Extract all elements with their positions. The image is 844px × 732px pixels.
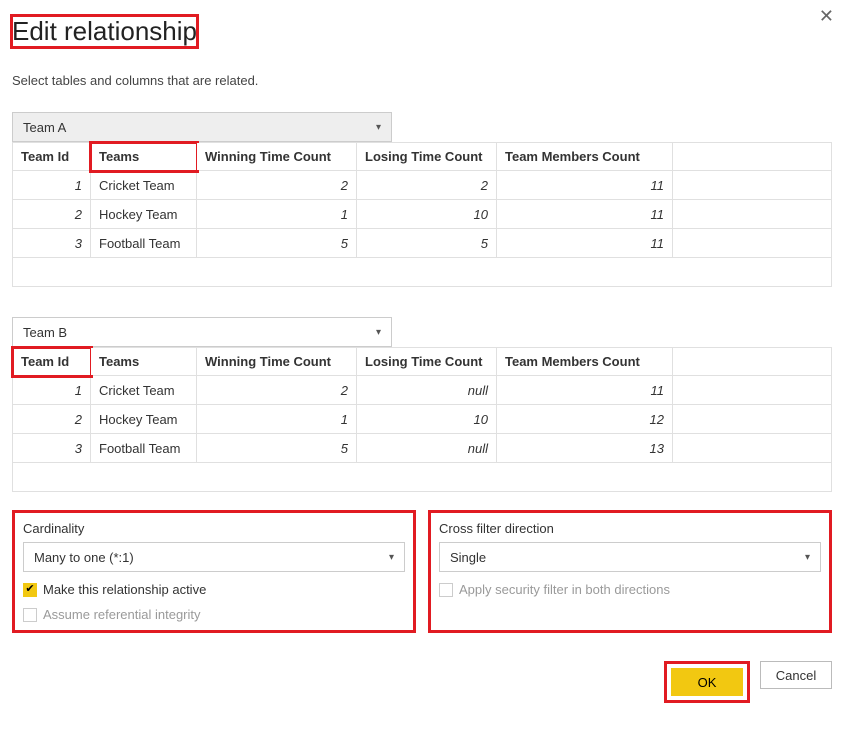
active-checkbox-label: Make this relationship active bbox=[43, 582, 206, 597]
col-header-empty bbox=[673, 348, 832, 376]
cell-win: 1 bbox=[197, 200, 357, 229]
col-header-teams[interactable]: Teams bbox=[91, 143, 197, 171]
table-row[interactable]: 1 Cricket Team 2 2 11 bbox=[13, 171, 832, 200]
checkbox-icon bbox=[23, 608, 37, 622]
cell-empty bbox=[673, 434, 832, 463]
cell-win: 5 bbox=[197, 229, 357, 258]
cell-mem: 12 bbox=[497, 405, 673, 434]
col-header-members[interactable]: Team Members Count bbox=[497, 143, 673, 171]
table-row[interactable]: 2 Hockey Team 1 10 11 bbox=[13, 200, 832, 229]
table-b-footer bbox=[13, 463, 832, 492]
cell-mem: 11 bbox=[497, 200, 673, 229]
table-a-select[interactable]: Team A ▾ bbox=[12, 112, 392, 142]
cell-win: 2 bbox=[197, 171, 357, 200]
edit-relationship-dialog: ✕ Edit relationship Select tables and co… bbox=[0, 0, 844, 723]
cardinality-panel: Cardinality Many to one (*:1) ▾ ✔ Make t… bbox=[12, 510, 416, 633]
cell-lose: null bbox=[357, 434, 497, 463]
checkbox-icon bbox=[439, 583, 453, 597]
cell-mem: 11 bbox=[497, 229, 673, 258]
close-icon[interactable]: ✕ bbox=[819, 6, 834, 27]
cell-mem: 11 bbox=[497, 376, 673, 405]
crossfilter-panel: Cross filter direction Single ▾ Apply se… bbox=[428, 510, 832, 633]
cell-id: 3 bbox=[13, 434, 91, 463]
chevron-down-icon: ▾ bbox=[376, 327, 381, 338]
cell-empty bbox=[673, 405, 832, 434]
cardinality-label: Cardinality bbox=[23, 521, 405, 536]
cell-lose: 2 bbox=[357, 171, 497, 200]
chevron-down-icon: ▾ bbox=[389, 552, 394, 563]
cell-teams: Football Team bbox=[91, 229, 197, 258]
cell-lose: 10 bbox=[357, 200, 497, 229]
cell-id: 2 bbox=[13, 405, 91, 434]
cell-teams: Football Team bbox=[91, 434, 197, 463]
checkbox-checked-icon: ✔ bbox=[23, 583, 37, 597]
cell-empty bbox=[673, 171, 832, 200]
col-header-team-id[interactable]: Team Id bbox=[13, 348, 91, 376]
table-b-selected: Team B bbox=[23, 325, 67, 340]
chevron-down-icon: ▾ bbox=[805, 552, 810, 563]
cell-empty bbox=[673, 200, 832, 229]
active-checkbox-row[interactable]: ✔ Make this relationship active bbox=[23, 582, 405, 597]
cell-win: 2 bbox=[197, 376, 357, 405]
security-checkbox-row: Apply security filter in both directions bbox=[439, 582, 821, 597]
crossfilter-select[interactable]: Single ▾ bbox=[439, 542, 821, 572]
cell-mem: 13 bbox=[497, 434, 673, 463]
cell-teams: Cricket Team bbox=[91, 171, 197, 200]
cell-mem: 11 bbox=[497, 171, 673, 200]
cardinality-select[interactable]: Many to one (*:1) ▾ bbox=[23, 542, 405, 572]
cell-teams: Hockey Team bbox=[91, 200, 197, 229]
col-header-team-id[interactable]: Team Id bbox=[13, 143, 91, 171]
table-row[interactable]: 3 Football Team 5 null 13 bbox=[13, 434, 832, 463]
cell-id: 3 bbox=[13, 229, 91, 258]
table-b-header-row: Team Id Teams Winning Time Count Losing … bbox=[13, 348, 832, 376]
dialog-title: Edit relationship bbox=[12, 16, 197, 47]
crossfilter-value: Single bbox=[450, 550, 486, 565]
table-a-grid: Team Id Teams Winning Time Count Losing … bbox=[12, 142, 832, 287]
cell-empty bbox=[673, 229, 832, 258]
table-row[interactable]: 1 Cricket Team 2 null 11 bbox=[13, 376, 832, 405]
options-row: Cardinality Many to one (*:1) ▾ ✔ Make t… bbox=[12, 510, 832, 633]
integrity-checkbox-label: Assume referential integrity bbox=[43, 607, 201, 622]
col-header-winning[interactable]: Winning Time Count bbox=[197, 143, 357, 171]
cell-id: 1 bbox=[13, 171, 91, 200]
cell-lose: null bbox=[357, 376, 497, 405]
cell-teams: Cricket Team bbox=[91, 376, 197, 405]
ok-button[interactable]: OK bbox=[671, 668, 743, 696]
col-header-members[interactable]: Team Members Count bbox=[497, 348, 673, 376]
col-header-winning[interactable]: Winning Time Count bbox=[197, 348, 357, 376]
table-a-footer bbox=[13, 258, 832, 287]
col-header-teams[interactable]: Teams bbox=[91, 348, 197, 376]
integrity-checkbox-row: Assume referential integrity bbox=[23, 607, 405, 622]
cancel-button[interactable]: Cancel bbox=[760, 661, 832, 689]
dialog-buttons: OK Cancel bbox=[12, 661, 832, 703]
table-b-grid: Team Id Teams Winning Time Count Losing … bbox=[12, 347, 832, 492]
table-row[interactable]: 2 Hockey Team 1 10 12 bbox=[13, 405, 832, 434]
crossfilter-label: Cross filter direction bbox=[439, 521, 821, 536]
cell-win: 1 bbox=[197, 405, 357, 434]
table-a-header-row: Team Id Teams Winning Time Count Losing … bbox=[13, 143, 832, 171]
col-header-empty bbox=[673, 143, 832, 171]
col-header-losing[interactable]: Losing Time Count bbox=[357, 143, 497, 171]
cell-id: 2 bbox=[13, 200, 91, 229]
cell-lose: 5 bbox=[357, 229, 497, 258]
cell-teams: Hockey Team bbox=[91, 405, 197, 434]
chevron-down-icon: ▾ bbox=[376, 122, 381, 133]
dialog-subtitle: Select tables and columns that are relat… bbox=[12, 73, 832, 88]
cardinality-value: Many to one (*:1) bbox=[34, 550, 134, 565]
col-header-losing[interactable]: Losing Time Count bbox=[357, 348, 497, 376]
cell-empty bbox=[673, 376, 832, 405]
security-checkbox-label: Apply security filter in both directions bbox=[459, 582, 670, 597]
table-b-select[interactable]: Team B ▾ bbox=[12, 317, 392, 347]
table-row[interactable]: 3 Football Team 5 5 11 bbox=[13, 229, 832, 258]
cell-id: 1 bbox=[13, 376, 91, 405]
cell-lose: 10 bbox=[357, 405, 497, 434]
table-a-selected: Team A bbox=[23, 120, 66, 135]
cell-win: 5 bbox=[197, 434, 357, 463]
